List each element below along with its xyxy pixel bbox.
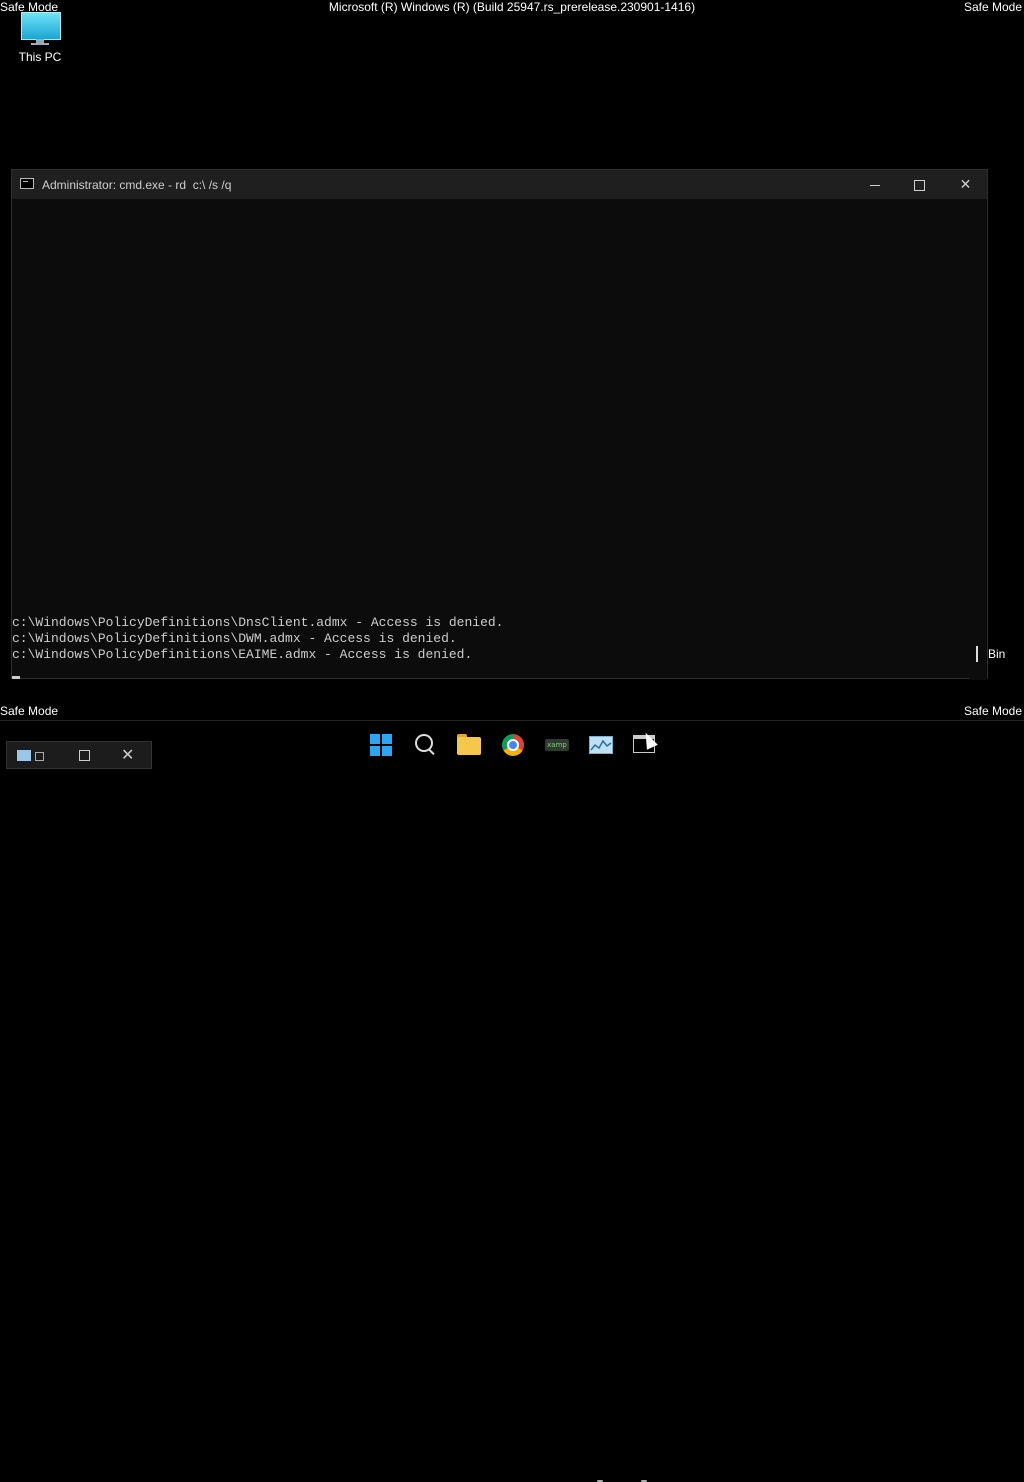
- windows-logo-icon: [370, 734, 392, 756]
- performance-monitor-button[interactable]: [587, 731, 615, 759]
- close-button[interactable]: ✕: [943, 170, 988, 199]
- start-button[interactable]: [367, 731, 395, 759]
- desktop-icon-label: Bin: [988, 647, 1006, 661]
- console-line: c:\Windows\PolicyDefinitions\EAIME.admx …: [12, 647, 473, 662]
- console-line: c:\Windows\PolicyDefinitions\DWM.admx - …: [12, 631, 457, 646]
- chrome-button[interactable]: [499, 731, 527, 759]
- window-thumbnail-controls[interactable]: ✕: [6, 741, 152, 769]
- close-icon: ✕: [959, 176, 972, 192]
- text-cursor: [12, 676, 20, 679]
- taskbar: ✕ xamp: [0, 720, 1024, 1482]
- safe-mode-label: Safe Mode: [963, 0, 1022, 14]
- scrollbar-thumb[interactable]: [976, 646, 978, 662]
- window-title: Administrator: cmd.exe - rd c:\ /s /q: [42, 178, 232, 192]
- minimize-button[interactable]: [852, 170, 897, 199]
- search-button[interactable]: [411, 731, 439, 759]
- file-explorer-button[interactable]: [455, 731, 483, 759]
- xampp-button[interactable]: xamp: [543, 731, 571, 759]
- safe-mode-label: Safe Mode: [963, 704, 1022, 718]
- performance-monitor-icon: [17, 750, 31, 761]
- desktop-icon-this-pc[interactable]: This PC: [10, 8, 70, 64]
- folder-icon: [457, 737, 481, 755]
- maximize-icon: [914, 179, 925, 191]
- console-output[interactable]: c:\Windows\PolicyDefinitions\DnsClient.a…: [12, 200, 969, 679]
- title-bar[interactable]: Administrator: cmd.exe - rd c:\ /s /q ✕: [12, 170, 987, 199]
- build-watermark: Microsoft (R) Windows (R) (Build 25947.r…: [328, 0, 696, 14]
- maximize-button[interactable]: [897, 170, 942, 199]
- safe-mode-label: Safe Mode: [0, 704, 59, 718]
- performance-monitor-icon: [589, 736, 613, 754]
- close-icon[interactable]: ✕: [121, 745, 134, 765]
- cmd-icon: [20, 178, 34, 189]
- desktop-icon-label: This PC: [18, 50, 62, 64]
- maximize-icon[interactable]: [79, 750, 90, 761]
- scrollbar[interactable]: [969, 600, 987, 680]
- xampp-icon: xamp: [545, 739, 569, 751]
- minimize-icon: [869, 184, 880, 186]
- cmd-window[interactable]: Administrator: cmd.exe - rd c:\ /s /q ✕ …: [11, 169, 988, 680]
- console-line: c:\Windows\PolicyDefinitions\DnsClient.a…: [12, 615, 504, 630]
- monitor-icon: [19, 12, 61, 45]
- restore-icon[interactable]: [35, 752, 44, 761]
